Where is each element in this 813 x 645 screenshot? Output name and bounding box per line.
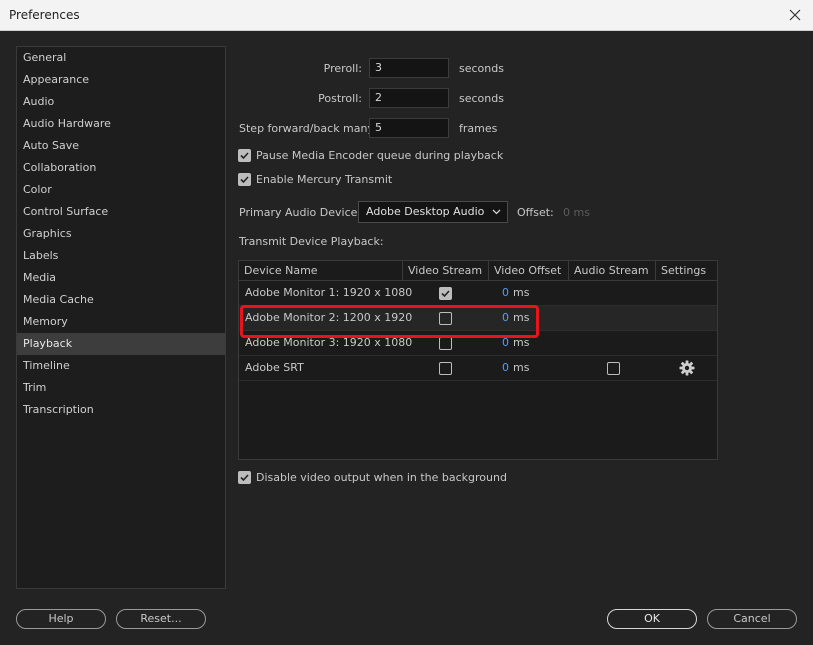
step-label: Step forward/back many: [239, 122, 377, 135]
video-offset-value[interactable]: 0 [502, 356, 509, 380]
step-input[interactable]: 5 [369, 118, 449, 138]
sidebar-item-collaboration[interactable]: Collaboration [17, 157, 225, 179]
sidebar-item-timeline[interactable]: Timeline [17, 355, 225, 377]
sidebar-item-audio-hardware[interactable]: Audio Hardware [17, 113, 225, 135]
postroll-unit: seconds [459, 92, 504, 105]
sidebar-item-color[interactable]: Color [17, 179, 225, 201]
video-offset-unit: ms [513, 361, 530, 374]
sidebar-item-memory[interactable]: Memory [17, 311, 225, 333]
video-stream-checkbox[interactable] [439, 362, 452, 375]
video-stream-checkbox[interactable] [439, 287, 452, 300]
offset-value: 0 ms [563, 206, 590, 219]
preroll-unit: seconds [459, 62, 504, 75]
transmit-label: Transmit Device Playback: [239, 235, 384, 248]
sidebar-item-labels[interactable]: Labels [17, 245, 225, 267]
sidebar-item-playback[interactable]: Playback [17, 333, 225, 355]
video-offset-unit: ms [513, 286, 530, 299]
offset-label: Offset: [517, 206, 554, 219]
sidebar-item-auto-save[interactable]: Auto Save [17, 135, 225, 157]
preferences-sidebar: General Appearance Audio Audio Hardware … [16, 46, 226, 589]
disable-background-checkbox[interactable] [238, 471, 251, 484]
disable-background-label: Disable video output when in the backgro… [256, 471, 507, 484]
sidebar-item-control-surface[interactable]: Control Surface [17, 201, 225, 223]
gear-icon[interactable] [679, 360, 695, 376]
check-icon [240, 474, 249, 482]
pause-encoder-label: Pause Media Encoder queue during playbac… [256, 149, 504, 162]
table-row[interactable]: Adobe SRT 0 ms [239, 356, 717, 381]
cancel-button[interactable]: Cancel [707, 609, 797, 629]
ok-button[interactable]: OK [607, 609, 697, 629]
table-header: Device Name Video Stream Video Offset Au… [239, 261, 717, 281]
sidebar-item-general[interactable]: General [17, 47, 225, 69]
sidebar-item-audio[interactable]: Audio [17, 91, 225, 113]
col-audio-stream[interactable]: Audio Stream [569, 261, 656, 281]
sidebar-item-appearance[interactable]: Appearance [17, 69, 225, 91]
col-video-offset[interactable]: Video Offset [489, 261, 569, 281]
check-icon [441, 290, 450, 298]
sidebar-item-trim[interactable]: Trim [17, 377, 225, 399]
reset-button[interactable]: Reset... [116, 609, 206, 629]
sidebar-item-graphics[interactable]: Graphics [17, 223, 225, 245]
device-name: Adobe Monitor 1: 1920 x 1080 [245, 286, 413, 299]
device-name: Adobe SRT [245, 361, 304, 374]
check-icon [240, 152, 249, 160]
sidebar-item-media[interactable]: Media [17, 267, 225, 289]
audio-device-label: Primary Audio Device: [239, 206, 362, 219]
audio-stream-checkbox[interactable] [607, 362, 620, 375]
step-unit: frames [459, 122, 498, 135]
check-icon [240, 176, 249, 184]
video-offset-value[interactable]: 0 [502, 281, 509, 305]
mercury-transmit-checkbox[interactable] [238, 173, 251, 186]
pause-encoder-checkbox[interactable] [238, 149, 251, 162]
window-title: Preferences [9, 8, 80, 22]
col-device-name[interactable]: Device Name [239, 261, 403, 281]
mercury-transmit-label: Enable Mercury Transmit [256, 173, 393, 186]
highlight-box [240, 305, 539, 338]
close-icon[interactable] [785, 5, 805, 25]
preroll-label: Preroll: [323, 62, 362, 75]
audio-device-select[interactable]: Adobe Desktop Audio [358, 201, 508, 223]
postroll-input[interactable]: 2 [369, 88, 449, 108]
transmit-device-table: Device Name Video Stream Video Offset Au… [238, 260, 718, 460]
chevron-down-icon [492, 209, 501, 215]
table-row[interactable]: Adobe Monitor 1: 1920 x 1080 0 ms [239, 281, 717, 306]
video-stream-checkbox[interactable] [439, 337, 452, 350]
audio-device-value: Adobe Desktop Audio [366, 205, 485, 218]
sidebar-item-media-cache[interactable]: Media Cache [17, 289, 225, 311]
col-settings[interactable]: Settings [656, 261, 717, 281]
col-video-stream[interactable]: Video Stream [403, 261, 489, 281]
sidebar-item-transcription[interactable]: Transcription [17, 399, 225, 421]
preroll-input[interactable]: 3 [369, 58, 449, 78]
postroll-label: Postroll: [318, 92, 362, 105]
title-bar: Preferences [0, 0, 813, 31]
help-button[interactable]: Help [16, 609, 106, 629]
